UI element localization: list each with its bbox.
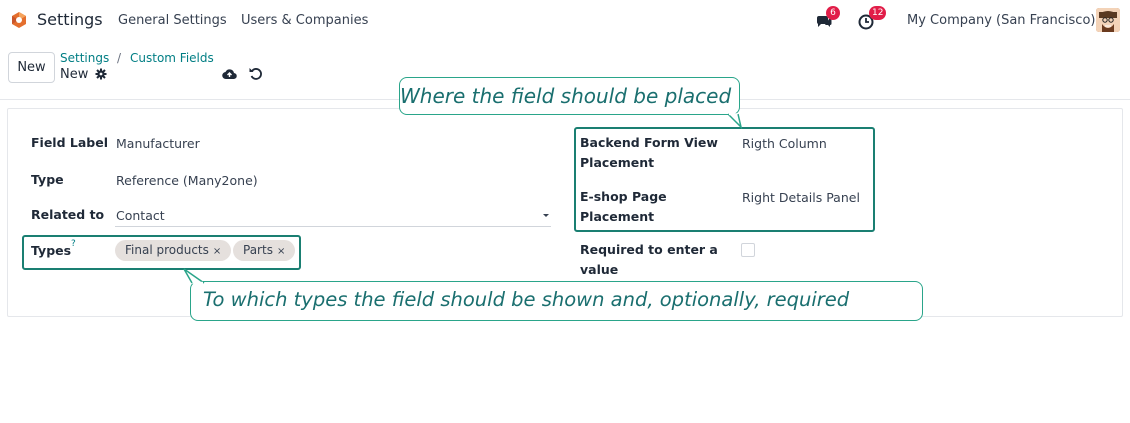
required-checkbox[interactable]	[741, 243, 755, 257]
clock-icon[interactable]: 12	[858, 6, 887, 30]
activity-badge: 12	[869, 6, 887, 20]
field-label-label: Field Label	[31, 135, 108, 150]
new-button[interactable]: New	[8, 52, 55, 83]
field-label-value[interactable]: Manufacturer	[116, 136, 200, 151]
callout-placement-text: Where the field should be placed	[400, 84, 732, 108]
breadcrumb-settings[interactable]: Settings	[60, 51, 109, 65]
chat-icon[interactable]: 6	[815, 6, 840, 30]
required-label-line2: value	[580, 262, 619, 277]
callout-placement-tail	[728, 113, 743, 129]
related-to-label: Related to	[31, 207, 105, 222]
related-to-input-underline	[115, 226, 551, 227]
type-value[interactable]: Reference (Many2one)	[116, 173, 258, 188]
avatar[interactable]	[1096, 8, 1120, 32]
menu-users-companies[interactable]: Users & Companies	[241, 13, 368, 28]
menu-general-settings[interactable]: General Settings	[118, 13, 227, 28]
chat-badge: 6	[826, 6, 840, 20]
caret-down-icon[interactable]	[542, 211, 550, 219]
top-navbar: Settings General Settings Users & Compan…	[0, 0, 1130, 40]
related-to-value[interactable]: Contact	[116, 208, 165, 223]
placement-highlight-box	[574, 127, 875, 232]
cloud-upload-icon[interactable]	[222, 67, 237, 80]
gear-icon[interactable]	[95, 68, 107, 80]
app-name[interactable]: Settings	[37, 10, 103, 29]
callout-placement: Where the field should be placed	[399, 77, 740, 115]
type-label: Type	[31, 172, 64, 187]
breadcrumb-custom-fields[interactable]: Custom Fields	[130, 51, 214, 65]
required-label-line1: Required to enter a	[580, 242, 718, 257]
record-name: New	[60, 67, 89, 82]
odoo-logo-icon[interactable]	[11, 12, 27, 28]
undo-icon[interactable]	[249, 67, 262, 80]
callout-types-text: To which types the field should be shown…	[203, 288, 850, 311]
callout-types-tail	[183, 268, 205, 284]
types-highlight-box	[22, 235, 301, 270]
callout-types: To which types the field should be shown…	[190, 281, 923, 321]
breadcrumb-separator: /	[117, 51, 122, 65]
company-switcher[interactable]: My Company (San Francisco)	[907, 13, 1095, 28]
